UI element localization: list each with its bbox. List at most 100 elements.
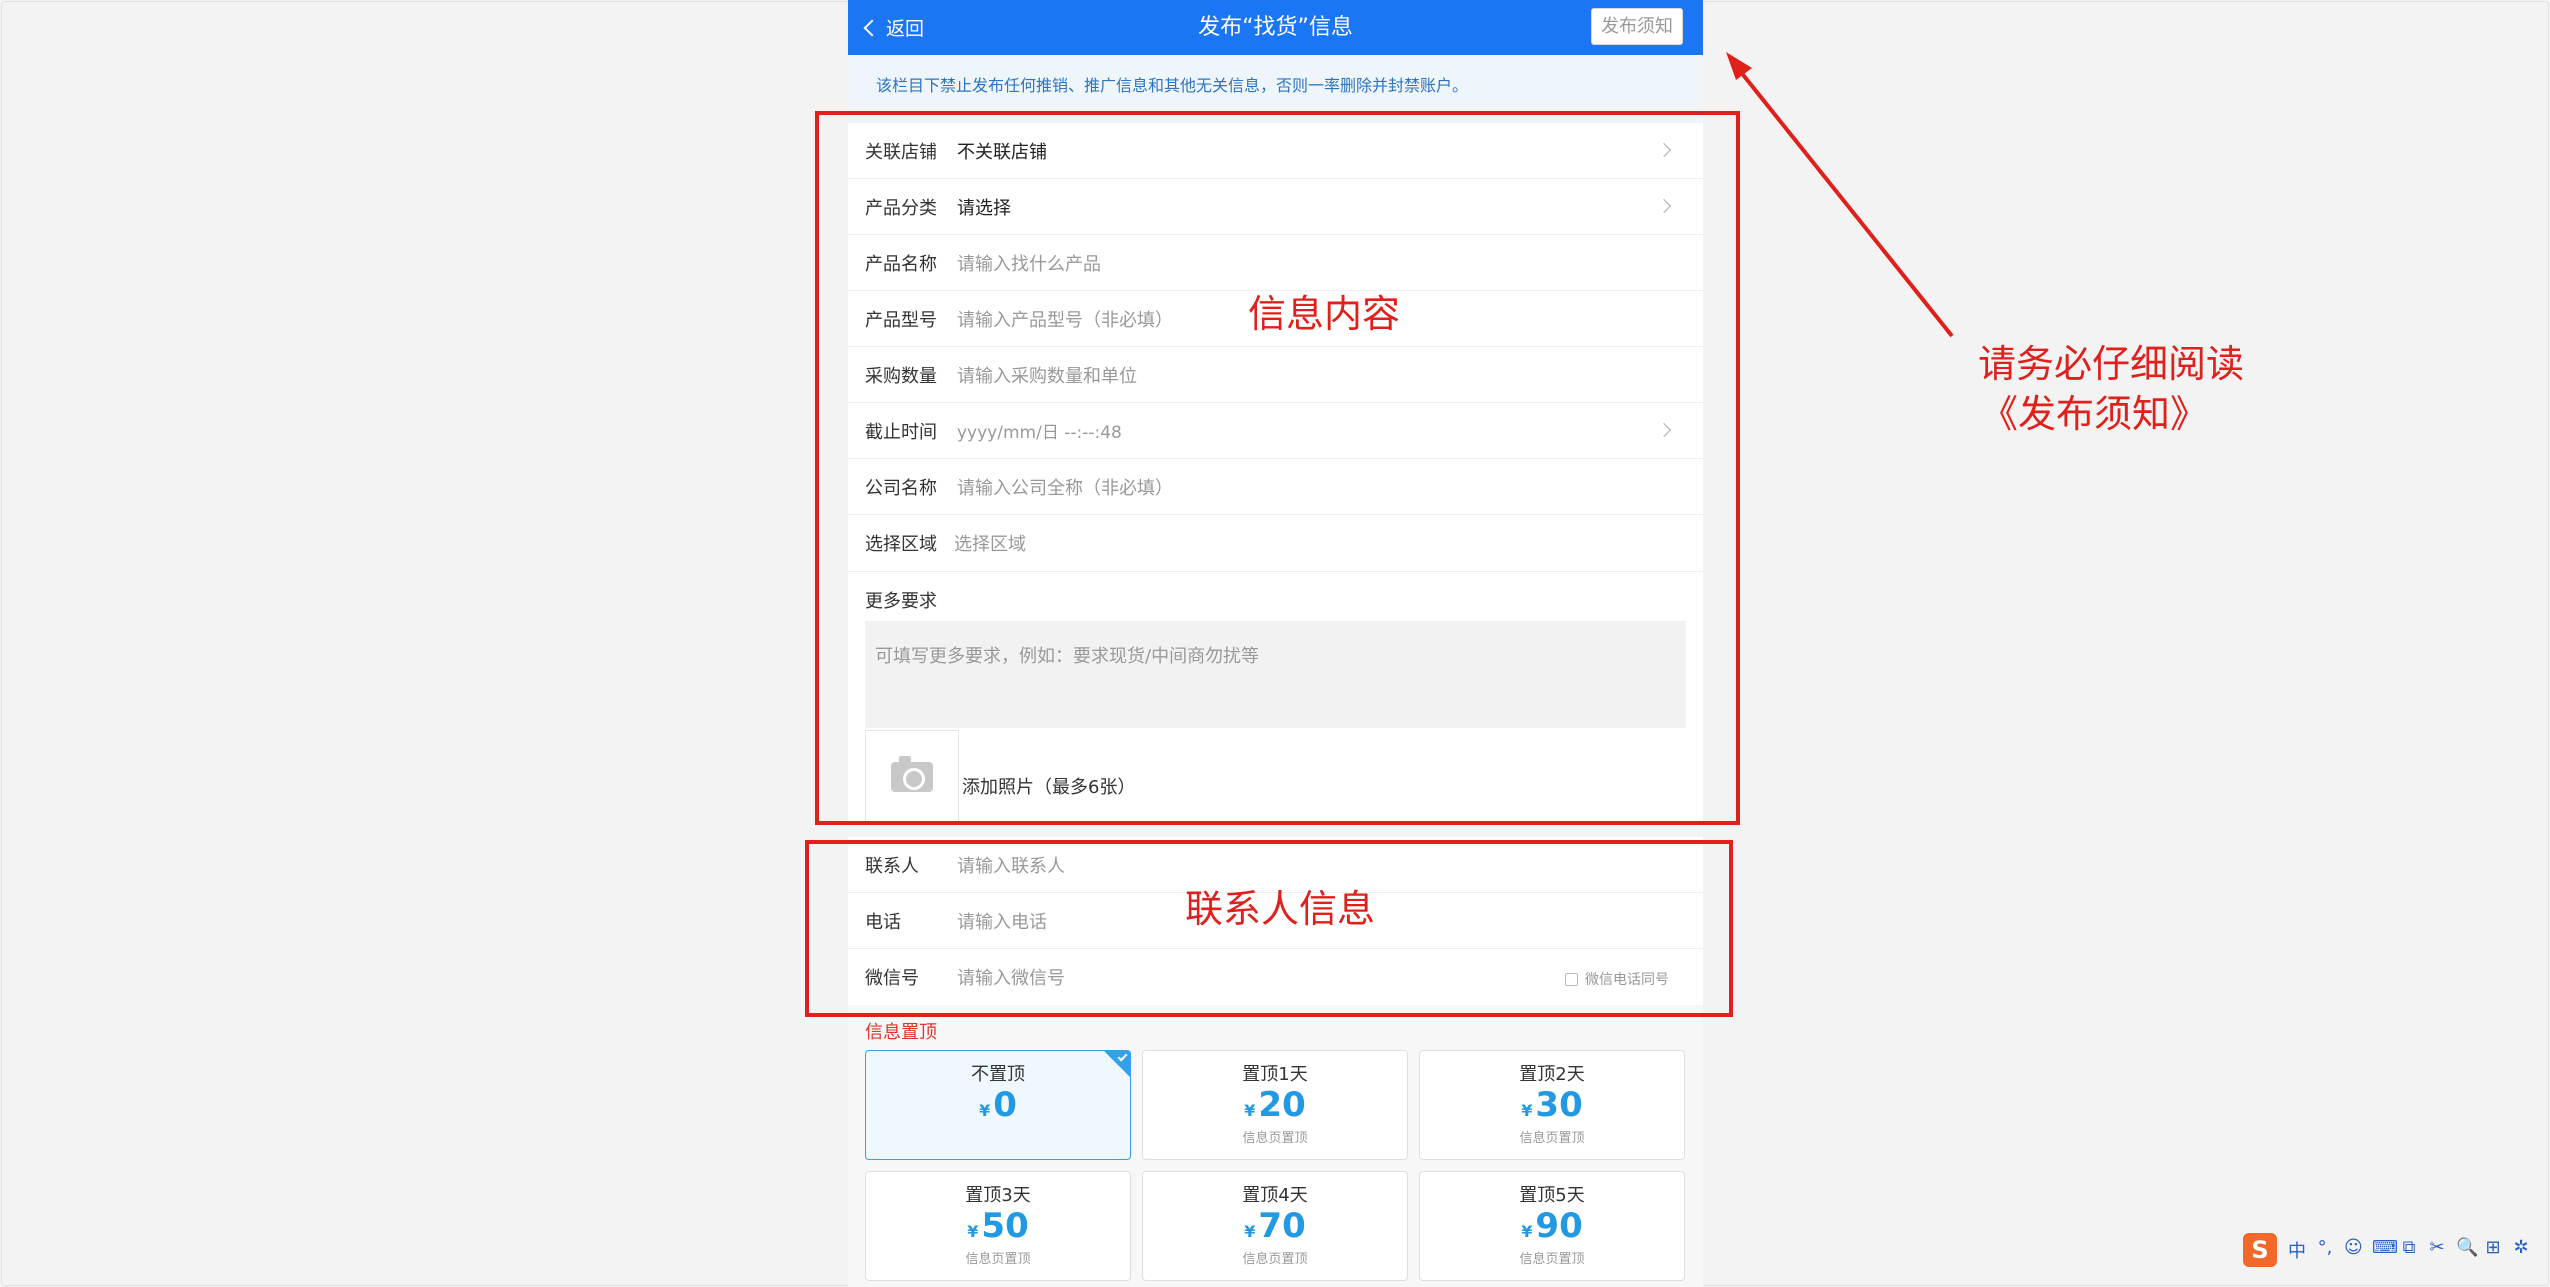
top-bar: 发布“找货”信息 返回 发布须知 bbox=[848, 0, 1703, 55]
chevron-right-icon bbox=[1656, 198, 1672, 214]
currency-symbol: ¥ bbox=[1521, 1222, 1533, 1241]
price-amount: 30 bbox=[1535, 1085, 1583, 1125]
info-form: 关联店铺 不关联店铺 产品分类 请选择 产品名称 请输入找什么产品 产品型号 请… bbox=[848, 123, 1703, 825]
top-option-desc: 信息页置顶 bbox=[1519, 1131, 1585, 1146]
top-option-card[interactable]: 置顶3天 ¥50 信息页置顶 bbox=[865, 1171, 1131, 1281]
category-value: 请选择 bbox=[957, 197, 1011, 219]
quantity-row: 采购数量 请输入采购数量和单位 bbox=[848, 347, 1703, 403]
price-amount: 50 bbox=[981, 1206, 1029, 1246]
top-option-name: 置顶1天 bbox=[1242, 1064, 1308, 1085]
model-input[interactable]: 请输入产品型号（非必填） bbox=[957, 306, 1173, 332]
phone-label: 电话 bbox=[865, 911, 901, 933]
keyboard-icon[interactable]: ⌨ bbox=[2372, 1237, 2398, 1263]
top-option-price: ¥20 bbox=[1143, 1086, 1407, 1130]
price-amount: 70 bbox=[1258, 1206, 1306, 1246]
more-requirements-label: 更多要求 bbox=[848, 571, 1703, 621]
top-option-card[interactable]: 置顶1天 ¥20 信息页置顶 bbox=[1142, 1050, 1408, 1160]
more-requirements-textarea[interactable]: 可填写更多要求，例如：要求现货/中间商勿扰等 bbox=[865, 621, 1686, 728]
top-option-card[interactable]: 置顶5天 ¥90 信息页置顶 bbox=[1419, 1171, 1685, 1281]
top-option-desc: 信息页置顶 bbox=[965, 1252, 1031, 1267]
top-option-card[interactable]: 不置顶 ¥0 bbox=[865, 1050, 1131, 1160]
currency-symbol: ¥ bbox=[1244, 1101, 1256, 1120]
wechat-label: 微信号 bbox=[865, 968, 919, 989]
company-row: 公司名称 请输入公司全称（非必填） bbox=[848, 459, 1703, 515]
chevron-left-icon bbox=[863, 19, 881, 36]
region-label: 选择区域 bbox=[865, 534, 937, 555]
add-photo-button[interactable] bbox=[865, 729, 959, 824]
search-icon[interactable]: 🔍 bbox=[2456, 1237, 2478, 1263]
punctuation-icon[interactable]: °, bbox=[2316, 1237, 2334, 1263]
price-amount: 90 bbox=[1535, 1206, 1583, 1246]
warning-banner: 该栏目下禁止发布任何推销、推广信息和其他无关信息，否则一率删除并封禁账户。 bbox=[848, 55, 1703, 123]
category-label: 产品分类 bbox=[865, 197, 937, 219]
top-section-title: 信息置顶 bbox=[848, 1005, 1703, 1050]
notice-annotation-line2: 《发布须知》 bbox=[1980, 392, 2209, 436]
region-select[interactable]: 选择区域 bbox=[954, 530, 1026, 556]
mobile-page: 发布“找货”信息 返回 发布须知 该栏目下禁止发布任何推销、推广信息和其他无关信… bbox=[848, 0, 1703, 1287]
chevron-right-icon bbox=[1656, 142, 1672, 158]
contact-annotation: 联系人信息 bbox=[1185, 887, 1376, 931]
quantity-input[interactable]: 请输入采购数量和单位 bbox=[957, 362, 1137, 388]
checkbox-icon bbox=[1565, 972, 1578, 986]
company-label: 公司名称 bbox=[865, 477, 937, 499]
back-label: 返回 bbox=[886, 18, 925, 40]
emoji-icon[interactable]: ☺ bbox=[2344, 1237, 2363, 1263]
ime-toolbar: S 中 °, ☺ ⌨ ⧉ ✂ 🔍 ⊞ ✲ bbox=[2243, 1230, 2550, 1270]
top-option-desc: 信息页置顶 bbox=[1242, 1252, 1308, 1267]
arrow-head bbox=[1726, 52, 1752, 80]
deadline-row[interactable]: 截止时间 yyyy/mm/日 --:--:48 bbox=[848, 403, 1703, 459]
scissors-icon[interactable]: ✂ bbox=[2428, 1237, 2446, 1263]
warning-text: 该栏目下禁止发布任何推销、推广信息和其他无关信息，否则一率删除并封禁账户。 bbox=[876, 76, 1469, 95]
top-option-name: 置顶3天 bbox=[965, 1185, 1031, 1206]
top-option-price: ¥30 bbox=[1420, 1086, 1684, 1130]
product-name-label: 产品名称 bbox=[865, 253, 937, 275]
top-option-desc: 信息页置顶 bbox=[1242, 1131, 1308, 1146]
top-option-price: ¥50 bbox=[866, 1207, 1130, 1251]
currency-symbol: ¥ bbox=[1521, 1101, 1533, 1120]
category-row[interactable]: 产品分类 请选择 bbox=[848, 179, 1703, 235]
settings-icon[interactable]: ✲ bbox=[2512, 1237, 2530, 1263]
sogou-logo-icon[interactable]: S bbox=[2243, 1233, 2277, 1267]
chevron-right-icon bbox=[1656, 422, 1672, 438]
top-option-name: 置顶5天 bbox=[1519, 1185, 1585, 1206]
back-button[interactable]: 返回 bbox=[862, 0, 924, 55]
wechat-same-checkbox[interactable]: 微信电话同号 bbox=[1565, 969, 1669, 989]
deadline-label: 截止时间 bbox=[865, 421, 937, 443]
publish-notice-button[interactable]: 发布须知 bbox=[1591, 8, 1683, 45]
chinese-mode-icon[interactable]: 中 bbox=[2288, 1237, 2306, 1263]
contact-person-label: 联系人 bbox=[865, 855, 919, 877]
top-option-name: 置顶2天 bbox=[1519, 1064, 1585, 1085]
quantity-label: 采购数量 bbox=[865, 365, 937, 387]
notice-annotation-line1: 请务必仔细阅读 bbox=[1978, 342, 2245, 386]
currency-symbol: ¥ bbox=[979, 1101, 991, 1120]
info-content-annotation: 信息内容 bbox=[1248, 292, 1401, 336]
product-name-input[interactable]: 请输入找什么产品 bbox=[957, 250, 1101, 276]
apps-icon[interactable]: ⊞ bbox=[2484, 1237, 2502, 1263]
company-input[interactable]: 请输入公司全称（非必填） bbox=[957, 474, 1173, 500]
top-option-card[interactable]: 置顶4天 ¥70 信息页置顶 bbox=[1142, 1171, 1408, 1281]
clipboard-icon[interactable]: ⧉ bbox=[2400, 1237, 2418, 1263]
top-option-card[interactable]: 置顶2天 ¥30 信息页置顶 bbox=[1419, 1050, 1685, 1160]
photo-row: 添加照片（最多6张） bbox=[848, 728, 1703, 825]
store-row[interactable]: 关联店铺 不关联店铺 bbox=[848, 123, 1703, 179]
top-option-price: ¥70 bbox=[1143, 1207, 1407, 1251]
section-gap bbox=[848, 825, 1703, 837]
currency-symbol: ¥ bbox=[1244, 1222, 1256, 1241]
top-option-price: ¥90 bbox=[1420, 1207, 1684, 1251]
top-option-price: ¥0 bbox=[866, 1086, 1130, 1130]
price-amount: 20 bbox=[1258, 1085, 1306, 1125]
product-name-row: 产品名称 请输入找什么产品 bbox=[848, 235, 1703, 291]
phone-input[interactable]: 请输入电话 bbox=[957, 908, 1047, 934]
model-label: 产品型号 bbox=[865, 309, 937, 331]
top-options-grid: 不置顶 ¥0 置顶1天 ¥20 信息页置顶 置顶2天 ¥30 信息页置顶 置顶3天 ¥50 信息页置… bbox=[848, 1050, 1703, 1281]
page-title: 发布“找货”信息 bbox=[1198, 15, 1353, 40]
wechat-same-label: 微信电话同号 bbox=[1585, 972, 1669, 988]
store-label: 关联店铺 bbox=[865, 141, 937, 163]
region-row[interactable]: 选择区域 选择区域 bbox=[848, 515, 1703, 571]
deadline-input[interactable]: yyyy/mm/日 --:--:48 bbox=[957, 418, 1122, 443]
contact-person-input[interactable]: 请输入联系人 bbox=[957, 852, 1065, 878]
camera-icon bbox=[891, 755, 933, 792]
wechat-input[interactable]: 请输入微信号 bbox=[957, 964, 1065, 990]
wechat-row: 微信号 请输入微信号 微信电话同号 bbox=[848, 949, 1703, 1005]
price-amount: 0 bbox=[993, 1085, 1017, 1125]
